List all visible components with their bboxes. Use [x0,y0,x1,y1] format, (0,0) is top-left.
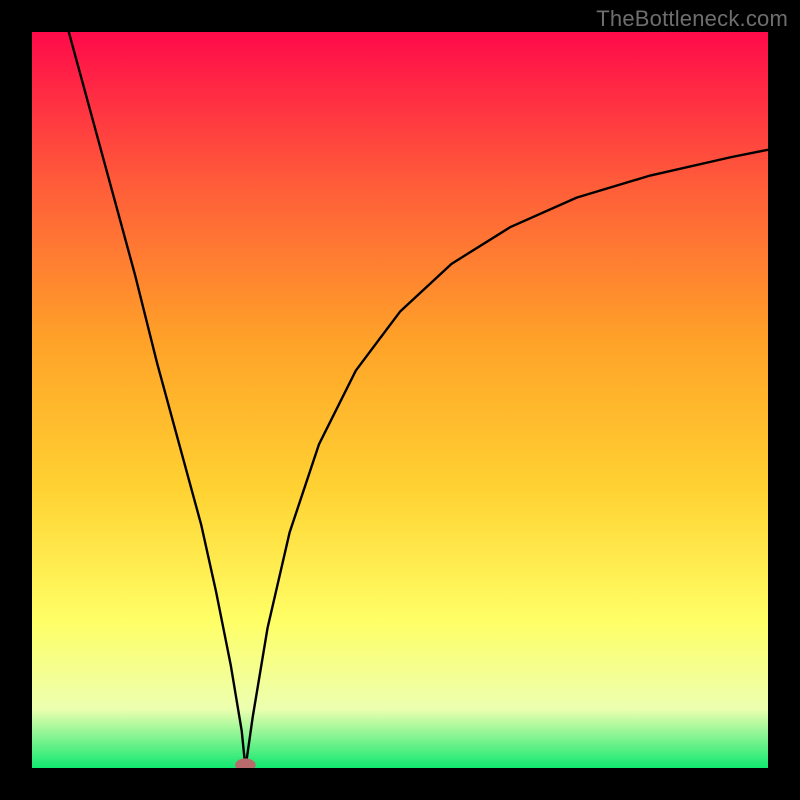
minimum-marker [235,758,256,768]
plot-area [32,32,768,768]
bottleneck-curve [32,32,768,768]
watermark-text: TheBottleneck.com [596,6,788,32]
chart-frame: TheBottleneck.com [0,0,800,800]
